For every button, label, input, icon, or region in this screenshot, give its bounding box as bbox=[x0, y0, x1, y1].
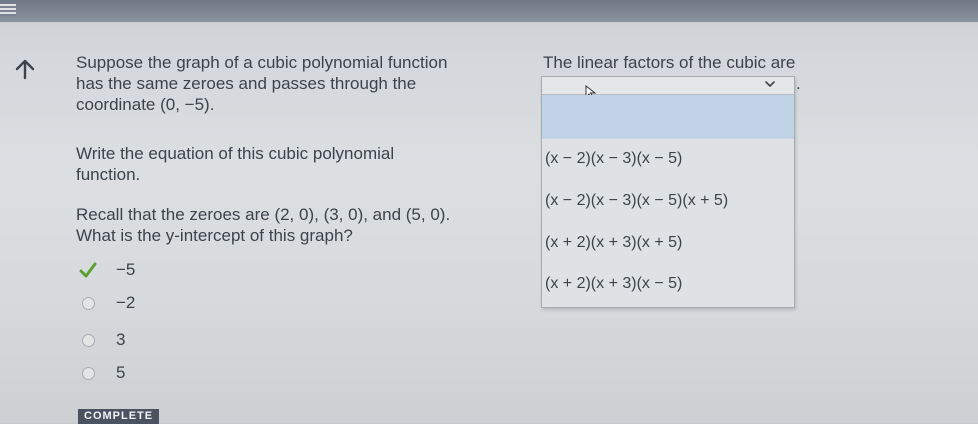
question-intro: Suppose the graph of a cubic polynomial … bbox=[76, 52, 516, 115]
answer-label: 5 bbox=[116, 363, 126, 382]
recall-text: Recall that the zeroes are (2, 0), (3, 0… bbox=[76, 205, 451, 224]
radio-button[interactable] bbox=[78, 293, 98, 313]
dropdown-selected-value[interactable] bbox=[542, 77, 794, 99]
answer-label: −5 bbox=[116, 260, 136, 279]
back-arrow-icon[interactable] bbox=[12, 56, 38, 82]
dropdown-option[interactable]: (x − 2)(x − 3)(x − 5)(x + 5) bbox=[545, 192, 728, 210]
question-intro-line1: Suppose the graph of a cubic polynomial … bbox=[76, 53, 448, 72]
dropdown-option[interactable]: (x − 2)(x − 3)(x − 5) bbox=[545, 150, 682, 168]
answer-label: −2 bbox=[116, 293, 136, 312]
trailing-period: . bbox=[796, 74, 801, 93]
top-toolbar bbox=[0, 0, 978, 22]
radio-button[interactable] bbox=[78, 330, 98, 350]
question-task: Write the equation of this cubic polynom… bbox=[76, 143, 476, 185]
question-task-line2: function. bbox=[76, 165, 141, 184]
dropdown-option[interactable]: (x + 2)(x + 3)(x + 5) bbox=[545, 234, 682, 252]
chevron-down-icon[interactable] bbox=[764, 78, 776, 90]
question-prompt: What is the y-intercept of this graph? bbox=[76, 226, 353, 245]
question-recall: Recall that the zeroes are (2, 0), (3, 0… bbox=[76, 204, 516, 246]
linear-factors-title: The linear factors of the cubic are bbox=[543, 53, 796, 72]
question-task-line1: Write the equation of this cubic polynom… bbox=[76, 144, 395, 163]
answer-option[interactable]: 3 bbox=[78, 328, 125, 352]
menu-icon[interactable] bbox=[0, 4, 16, 16]
answer-option[interactable]: 5 bbox=[78, 361, 125, 385]
check-icon bbox=[78, 260, 98, 280]
radio-button[interactable] bbox=[78, 363, 98, 383]
status-badge: COMPLETE bbox=[78, 409, 160, 424]
answer-option[interactable]: −5 bbox=[78, 258, 135, 282]
question-intro-line2: has the same zeroes and passes through t… bbox=[76, 74, 417, 93]
answer-label: 3 bbox=[116, 330, 126, 349]
dropdown-option[interactable]: (x + 2)(x + 3)(x − 5) bbox=[545, 275, 682, 293]
question-intro-line3: coordinate (0, −5). bbox=[76, 95, 215, 114]
dropdown-highlighted-option[interactable] bbox=[542, 95, 794, 139]
answer-option[interactable]: −2 bbox=[78, 291, 135, 315]
linear-factors-dropdown[interactable]: (x − 2)(x − 3)(x − 5) (x − 2)(x − 3)(x −… bbox=[541, 76, 795, 308]
